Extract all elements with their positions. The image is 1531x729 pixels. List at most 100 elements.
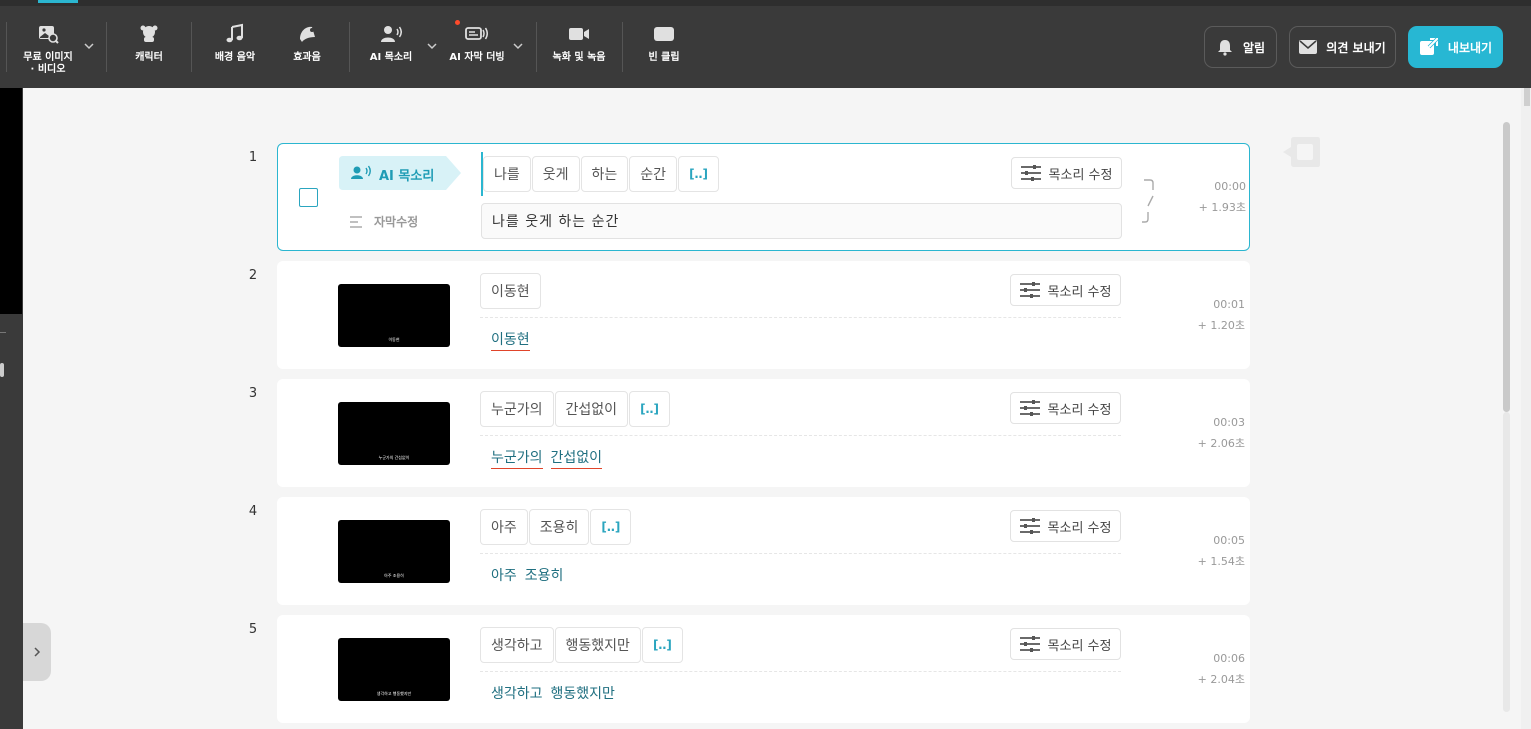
top-strip	[0, 0, 1531, 6]
edit-voice-button[interactable]: 목소리 수정	[1010, 274, 1121, 306]
chevron-right-icon	[34, 647, 41, 657]
blank-clip-icon	[652, 22, 676, 46]
clip-card[interactable]: 아주 조용히 아주 조용히 [‥] 목소리 수정 아주 조용히 00:05 + …	[277, 497, 1250, 605]
edit-voice-label: 목소리 수정	[1048, 167, 1113, 183]
clip-thumbnail[interactable]: 아주 조용히	[338, 520, 450, 583]
subtitle-word: 간섭없이	[550, 447, 603, 469]
new-badge-dot	[455, 20, 460, 25]
ai-voice-icon	[379, 22, 403, 46]
edit-voice-label: 목소리 수정	[1047, 284, 1112, 300]
preview-area	[0, 88, 22, 314]
ai-voice-label: AI 목소리	[369, 52, 413, 63]
word-chip[interactable]: 아주	[480, 509, 528, 545]
export-icon	[1419, 37, 1439, 55]
blank-clip-button[interactable]: 빈 클립	[643, 22, 685, 82]
sfx-label: 효과음	[293, 52, 321, 63]
edit-voice-button[interactable]: 목소리 수정	[1011, 157, 1122, 189]
pause-chip[interactable]: [‥]	[678, 156, 720, 192]
subtitle-edit-button[interactable]: 자막수정	[350, 213, 418, 230]
pause-chip[interactable]: [‥]	[629, 391, 671, 427]
bgm-button[interactable]: 배경 음악	[210, 22, 260, 82]
record-label: 녹화 및 녹음	[552, 52, 606, 63]
clip-thumbnail[interactable]: 이동현	[338, 284, 450, 347]
clip-checkbox[interactable]	[299, 188, 318, 207]
clip-start-time: 00:01	[1213, 298, 1245, 311]
character-icon	[137, 22, 161, 46]
ai-voice-button[interactable]: AI 목소리	[368, 22, 414, 82]
panel-handle[interactable]	[0, 363, 4, 377]
word-chip[interactable]: 하는	[580, 156, 629, 192]
character-button[interactable]: 캐릭터	[128, 22, 170, 82]
subtitle-edit-label: 자막수정	[374, 215, 419, 229]
feedback-button[interactable]: 의견 보내기	[1289, 26, 1396, 68]
edit-voice-button[interactable]: 목소리 수정	[1010, 392, 1121, 424]
sfx-button[interactable]: 효과음	[288, 22, 326, 82]
clip-thumbnail[interactable]: 누군가의 간섭없이	[338, 402, 450, 465]
subtitle-text[interactable]: 생각하고 행동했지만	[491, 683, 615, 703]
edit-voice-label: 목소리 수정	[1047, 402, 1112, 418]
thumbnail-caption: 아주 조용히	[384, 573, 404, 578]
clip-card[interactable]: AI 목소리 자막수정 나를 웃게 하는 순간 [‥] 목소리 수정 나를 웃게…	[277, 143, 1250, 251]
scrollbar-thumb[interactable]	[1503, 122, 1510, 412]
word-chip[interactable]: 생각하고	[480, 627, 554, 663]
alert-button[interactable]: 알림	[1204, 26, 1277, 68]
comment-icon[interactable]	[1283, 136, 1321, 168]
word-chip[interactable]: 웃게	[531, 156, 580, 192]
chevron-down-icon[interactable]	[83, 40, 95, 52]
alert-label: 알림	[1242, 40, 1266, 55]
export-label: 내보내기	[1447, 40, 1493, 55]
bgm-label: 배경 음악	[214, 52, 256, 63]
pause-chip[interactable]: [‥]	[641, 627, 683, 663]
pause-chip[interactable]: [‥]	[590, 509, 632, 545]
panel-toggle-button[interactable]	[23, 623, 51, 681]
word-chips: 아주 조용히 [‥]	[480, 509, 632, 545]
clip-card[interactable]: 이동현 이동현 목소리 수정 이동현 00:01 + 1.20초	[277, 261, 1250, 369]
word-chip[interactable]: 이동현	[480, 273, 541, 309]
ai-dubbing-button[interactable]: AI 자막 더빙	[446, 22, 508, 82]
subtitle-word: 누군가의	[491, 447, 543, 469]
thumbnail-caption: 생각하고 행동했지만	[376, 691, 412, 696]
left-panel	[0, 88, 51, 729]
export-button[interactable]: 내보내기	[1408, 26, 1503, 68]
subtitle-text[interactable]: 이동현	[491, 329, 530, 351]
sliders-icon	[1019, 636, 1040, 652]
free-media-button[interactable]: 무료 이미지 · 비디오	[20, 22, 76, 82]
word-chip[interactable]: 행동했지만	[554, 627, 641, 663]
subtitle-text[interactable]: 아주 조용히	[491, 565, 563, 585]
record-button[interactable]: 녹화 및 녹음	[549, 22, 609, 82]
dashed-divider	[480, 435, 1121, 436]
clip-card[interactable]: 누군가의 간섭없이 누군가의 간섭없이 [‥] 목소리 수정 누군가의 간섭없이…	[277, 379, 1250, 487]
subtitle-word: 아주	[491, 568, 517, 584]
toolbar-separator	[349, 22, 350, 72]
toolbar-separator	[622, 22, 623, 72]
chevron-down-icon[interactable]	[512, 40, 524, 52]
edit-voice-button[interactable]: 목소리 수정	[1010, 510, 1121, 542]
word-chips: 생각하고 행동했지만 [‥]	[480, 627, 684, 663]
subtitle-text[interactable]: 누군가의 간섭없이	[491, 447, 603, 469]
word-chip[interactable]: 간섭없이	[554, 391, 629, 427]
word-chips: 누군가의 간섭없이 [‥]	[480, 391, 671, 427]
chevron-down-icon[interactable]	[426, 40, 438, 52]
ai-voice-tag-label: AI 목소리	[379, 169, 435, 184]
clip-start-time: 00:03	[1213, 416, 1245, 429]
link-toggle-icon[interactable]	[1140, 176, 1158, 226]
right-edge-marker	[1524, 88, 1530, 106]
word-chip[interactable]: 조용히	[528, 509, 590, 545]
dashed-divider	[480, 553, 1121, 554]
video-camera-icon	[567, 22, 591, 46]
scrollbar-track[interactable]	[1503, 412, 1510, 712]
word-chip[interactable]: 나를	[483, 156, 531, 192]
character-label: 캐릭터	[135, 52, 163, 63]
edit-voice-button[interactable]: 목소리 수정	[1010, 628, 1121, 660]
word-chip[interactable]: 누군가의	[480, 391, 554, 427]
word-chips: 나를 웃게 하는 순간 [‥]	[483, 156, 720, 192]
clip-duration: + 2.04초	[1197, 673, 1245, 686]
clip-start-time: 00:06	[1213, 652, 1245, 665]
right-edge	[1521, 88, 1531, 729]
row-number: 3	[248, 386, 258, 401]
word-chip[interactable]: 순간	[629, 156, 678, 192]
clip-thumbnail[interactable]: 생각하고 행동했지만	[338, 638, 450, 701]
subtitle-input[interactable]: 나를 웃게 하는 순간	[481, 203, 1122, 239]
clip-card[interactable]: 생각하고 행동했지만 생각하고 행동했지만 [‥] 목소리 수정 생각하고 행동…	[277, 615, 1250, 723]
bell-icon	[1217, 40, 1232, 56]
